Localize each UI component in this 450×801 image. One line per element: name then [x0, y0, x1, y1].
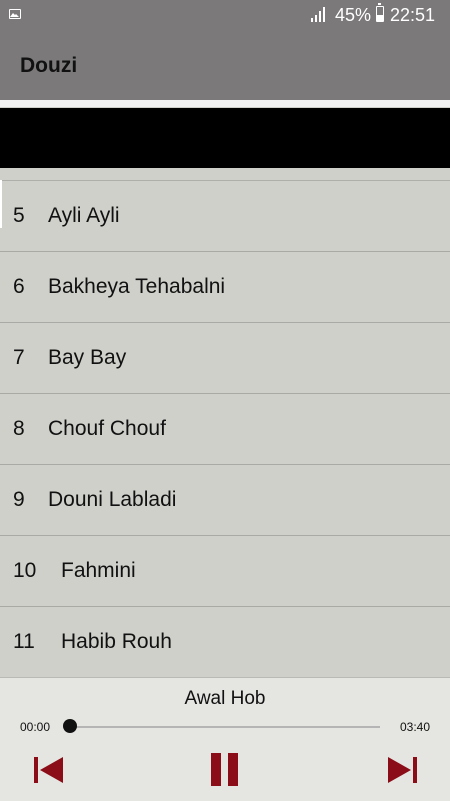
next-button[interactable] [383, 750, 423, 790]
song-number: 5 [13, 204, 25, 227]
signal-icon [311, 7, 327, 28]
player-bar: Awal Hob 00:00 03:40 [0, 677, 450, 801]
song-list-item[interactable]: 6 Bakheya Tehabalni [0, 252, 450, 323]
next-icon [383, 757, 423, 794]
battery-icon [376, 3, 384, 22]
ad-banner[interactable] [0, 108, 450, 168]
song-number: 8 [13, 417, 25, 440]
song-title: Douni Labladi [48, 488, 177, 511]
song-list[interactable]: 5 Ayli Ayli 6 Bakheya Tehabalni 7 Bay Ba… [0, 180, 450, 677]
battery-percentage: 45% [335, 5, 372, 25]
song-title: Bakheya Tehabalni [48, 275, 226, 298]
status-clock: 22:51 [390, 5, 436, 25]
song-title: Habib Rouh [61, 630, 172, 653]
song-list-item[interactable]: 7 Bay Bay [0, 323, 450, 394]
song-number: 11 [13, 630, 35, 653]
total-duration: 03:40 [400, 720, 431, 734]
page-title: Douzi [20, 54, 78, 77]
song-title: Bay Bay [48, 346, 127, 369]
pause-button[interactable] [205, 750, 245, 790]
song-list-item[interactable]: 8 Chouf Chouf [0, 394, 450, 465]
scroll-indicator[interactable] [0, 180, 2, 228]
song-title: Chouf Chouf [48, 417, 166, 440]
now-playing-title: Awal Hob [184, 688, 266, 709]
song-number: 9 [13, 488, 25, 511]
previous-icon [28, 757, 68, 794]
header-divider [0, 100, 450, 107]
seek-thumb[interactable] [63, 719, 77, 733]
seek-bar[interactable] [70, 726, 380, 728]
song-number: 10 [13, 559, 37, 582]
song-title: Ayli Ayli [48, 204, 120, 227]
song-list-item[interactable]: 9 Douni Labladi [0, 465, 450, 536]
elapsed-time: 00:00 [20, 720, 51, 734]
previous-button[interactable] [28, 750, 68, 790]
status-bar: 45% 22:51 [0, 0, 450, 30]
pause-icon [205, 753, 245, 794]
app-bar: Douzi [0, 30, 450, 100]
song-list-item[interactable]: 11 Habib Rouh [0, 607, 450, 677]
song-title: Fahmini [61, 559, 136, 582]
image-notification-icon [9, 9, 21, 19]
song-list-item[interactable]: 10 Fahmini [0, 536, 450, 607]
song-list-item[interactable]: 5 Ayli Ayli [0, 181, 450, 252]
song-number: 7 [13, 346, 25, 369]
song-number: 6 [13, 275, 25, 298]
